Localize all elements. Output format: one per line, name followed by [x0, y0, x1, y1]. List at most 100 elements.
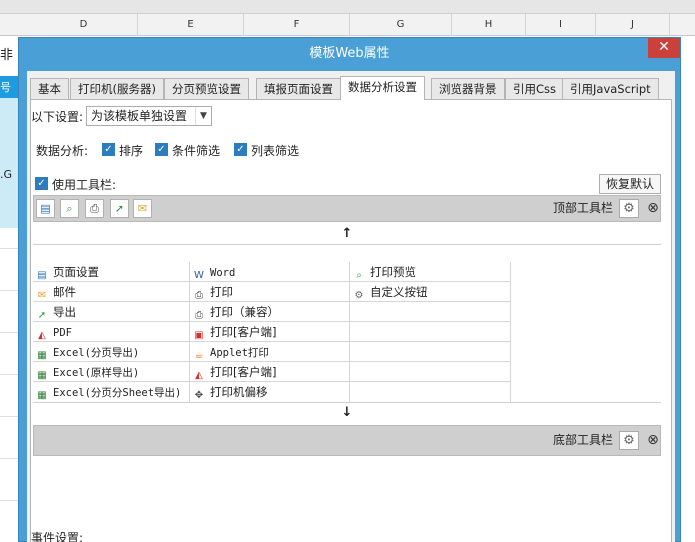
tab-basic[interactable]: 基本 [30, 78, 69, 99]
print-preview-icon: ⌕ [356, 270, 362, 281]
scope-select[interactable]: 为该模板单独设置 ▼ [86, 106, 212, 126]
column-header-d[interactable]: D [30, 14, 138, 36]
word-icon: W [194, 270, 204, 281]
print-icon[interactable]: ⎙ [85, 199, 104, 218]
tab-data-analysis-settings[interactable]: 数据分析设置 [340, 76, 425, 100]
item-empty [350, 322, 511, 342]
item-mail[interactable]: ✉ 邮件 [33, 282, 190, 302]
sheet-selection-area [0, 98, 18, 228]
item-empty [350, 302, 511, 322]
tab-reference-css[interactable]: 引用Css [505, 78, 565, 99]
condition-filter-checkbox[interactable]: ✓ [155, 143, 168, 156]
use-toolbar-checkbox[interactable]: ✓ [35, 177, 48, 190]
sheet-grid-line [0, 500, 18, 501]
sheet-cell-fragment: 非 [0, 48, 14, 63]
mail-icon[interactable]: ✉ [133, 199, 152, 218]
item-print[interactable]: ⎙ 打印 [190, 282, 350, 302]
mail-icon: ✉ [37, 290, 47, 301]
tab-fill-page-settings[interactable]: 填报页面设置 [256, 78, 341, 99]
item-label: 邮件 [53, 285, 76, 299]
template-web-properties-dialog: 模板Web属性 ✕ 基本 打印机(服务器) 分页预览设置 填报页面设置 数据分析… [18, 37, 681, 542]
tab-page-preview-settings[interactable]: 分页预览设置 [164, 78, 249, 99]
condition-filter-checkbox-label: 条件筛选 [172, 144, 221, 158]
sheet-grid-line [0, 290, 18, 291]
item-print-preview[interactable]: ⌕ 打印预览 [350, 262, 511, 282]
gear-icon: ⚙ [354, 290, 364, 301]
dialog-titlebar[interactable]: 模板Web属性 ✕ [19, 38, 680, 71]
sheet-topbar [0, 0, 695, 14]
close-icon[interactable]: ⊗ [644, 199, 662, 218]
sheet-cell-fragment: .G [0, 168, 13, 181]
gear-icon[interactable]: ⚙ [619, 431, 639, 450]
column-header-h[interactable]: H [452, 14, 526, 36]
item-excel-original-export[interactable]: ▦ Excel(原样导出) [33, 362, 190, 382]
item-label: 打印机偏移 [210, 385, 268, 399]
item-label: Excel(分页导出) [53, 347, 140, 359]
item-empty [350, 362, 511, 382]
sort-checkbox-label: 排序 [119, 144, 144, 158]
restore-default-button[interactable]: 恢复默认 [599, 174, 661, 194]
page-setup-icon: ▤ [37, 270, 47, 281]
chevron-down-icon[interactable]: ▼ [195, 107, 211, 125]
sheet-grid-line [0, 416, 18, 417]
column-header-i[interactable]: I [526, 14, 596, 36]
applet-icon: ☕ [194, 350, 204, 361]
excel-icon: ▦ [37, 390, 47, 401]
item-print-client-pdf[interactable]: ◭ 打印[客户端] [190, 362, 350, 382]
page-setup-icon[interactable]: ▤ [36, 199, 55, 218]
item-excel-page-export[interactable]: ▦ Excel(分页导出) [33, 342, 190, 362]
print-icon: ⎙ [195, 310, 203, 321]
sort-checkbox[interactable]: ✓ [102, 143, 115, 156]
item-label: 自定义按钮 [370, 285, 428, 299]
column-header-e[interactable]: E [138, 14, 244, 36]
tab-browser-background[interactable]: 浏览器背景 [431, 78, 505, 99]
move-down-arrow[interactable]: ↓ [33, 403, 661, 423]
item-export[interactable]: ➚ 导出 [33, 302, 190, 322]
sheet-grid-line [0, 374, 18, 375]
sheet-grid-line [0, 248, 18, 249]
pdf-icon: ◭ [38, 330, 46, 341]
item-print-compatible[interactable]: ⎙ 打印（兼容） [190, 302, 350, 322]
item-label: Applet打印 [210, 347, 269, 359]
tab-reference-javascript[interactable]: 引用JavaScript [562, 78, 659, 99]
item-label: Word [210, 267, 236, 279]
list-filter-checkbox[interactable]: ✓ [234, 143, 247, 156]
excel-icon: ▦ [37, 370, 47, 381]
flash-print-icon: ▣ [194, 330, 204, 341]
column-header-f[interactable]: F [244, 14, 350, 36]
item-label: 打印预览 [370, 265, 416, 279]
item-word[interactable]: W Word [190, 262, 350, 282]
close-icon[interactable]: ⊗ [644, 431, 662, 450]
item-pdf[interactable]: ◭ PDF [33, 322, 190, 342]
item-empty [350, 342, 511, 362]
gear-icon[interactable]: ⚙ [619, 199, 639, 218]
data-analysis-panel: 以下设置: 为该模板单独设置 ▼ 数据分析: ✓ 排序 ✓ 条件筛选 ✓ 列表筛… [30, 99, 672, 542]
export-icon[interactable]: ➚ [110, 199, 129, 218]
dialog-title: 模板Web属性 [309, 46, 390, 61]
item-custom-button[interactable]: ⚙ 自定义按钮 [350, 282, 511, 302]
tab-printer-server[interactable]: 打印机(服务器) [70, 78, 164, 99]
export-icon: ➚ [37, 310, 47, 321]
column-header-g[interactable]: G [350, 14, 452, 36]
item-applet-print[interactable]: ☕ Applet打印 [190, 342, 350, 362]
item-label: PDF [53, 327, 72, 339]
print-preview-icon[interactable]: ⌕ [60, 199, 79, 218]
sheet-grid-line [0, 458, 18, 459]
scope-select-value: 为该模板单独设置 [91, 109, 188, 123]
analysis-label: 数据分析: [36, 144, 89, 158]
item-label: Excel(分页分Sheet导出) [53, 387, 182, 399]
item-label: 页面设置 [53, 265, 99, 279]
bottom-toolbar-band: 底部工具栏 ⚙ ⊗ [33, 425, 661, 456]
item-label: 打印[客户端] [210, 325, 277, 339]
item-print-client[interactable]: ▣ 打印[客户端] [190, 322, 350, 342]
close-button[interactable]: ✕ [648, 38, 680, 58]
item-page-setup[interactable]: ▤ 页面设置 [33, 262, 190, 282]
column-header-j[interactable]: J [596, 14, 670, 36]
item-excel-sheet-export[interactable]: ▦ Excel(分页分Sheet导出) [33, 382, 190, 402]
list-filter-checkbox-label: 列表筛选 [251, 144, 300, 158]
item-printer-offset[interactable]: ✥ 打印机偏移 [190, 382, 350, 402]
top-toolbar-label: 顶部工具栏 [553, 201, 614, 215]
move-up-arrow[interactable]: ↑ [33, 224, 661, 244]
item-label: 打印[客户端] [210, 365, 277, 379]
item-empty [350, 382, 511, 402]
